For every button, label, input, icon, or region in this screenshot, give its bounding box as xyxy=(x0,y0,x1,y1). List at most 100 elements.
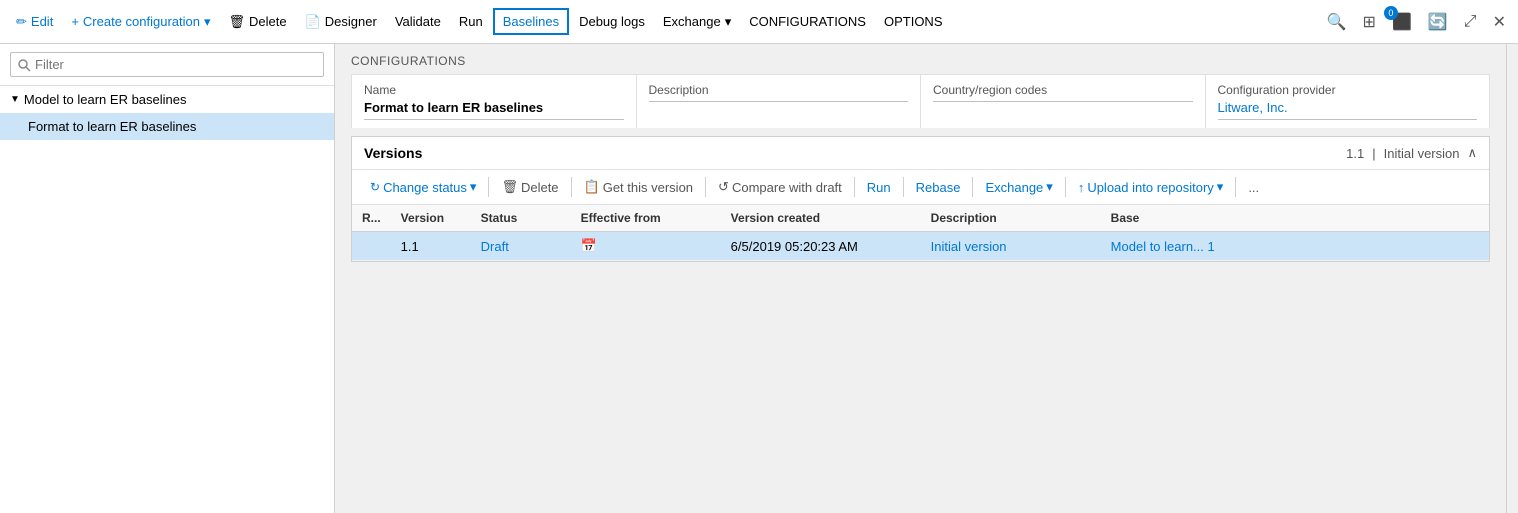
versions-panel: Versions 1.1 | Initial version ∧ ↻ Chang… xyxy=(351,136,1490,262)
toolbar-separator-2 xyxy=(571,177,572,197)
refresh-icon[interactable]: 🔄 xyxy=(1424,8,1452,36)
get-this-version-button[interactable]: 📋 Get this version xyxy=(578,176,700,198)
name-value: Format to learn ER baselines xyxy=(364,100,624,115)
versions-meta: 1.1 | Initial version ∧ xyxy=(1346,145,1477,161)
more-options-button[interactable]: ... xyxy=(1242,177,1265,198)
exchange-chevron-icon-2: ▾ xyxy=(1046,179,1053,195)
config-country-field: Country/region codes xyxy=(921,75,1206,128)
toolbar-separator-5 xyxy=(903,177,904,197)
cell-status: Draft xyxy=(471,232,571,261)
versions-table: R... Version Status Effective from Versi… xyxy=(352,205,1489,261)
tree-parent-item[interactable]: ▼ Model to learn ER baselines xyxy=(0,86,334,113)
compare-icon: ↺ xyxy=(718,179,729,195)
edit-button[interactable]: ✏ Edit xyxy=(8,10,61,34)
config-name-field: Name Format to learn ER baselines xyxy=(352,75,637,128)
toolbar-separator-6 xyxy=(972,177,973,197)
expand-icon[interactable]: ⤢ xyxy=(1460,9,1481,35)
sidebar: ▼ Model to learn ER baselines Format to … xyxy=(0,44,335,513)
table-header: R... Version Status Effective from Versi… xyxy=(352,205,1489,232)
delete-icon: 🗑 xyxy=(229,14,246,30)
configurations-nav-button[interactable]: CONFIGURATIONS xyxy=(741,10,874,33)
versions-toolbar: ↻ Change status ▾ 🗑 Delete 📋 Get this ve… xyxy=(352,170,1489,205)
rebase-button[interactable]: Rebase xyxy=(910,177,967,198)
country-label: Country/region codes xyxy=(933,83,1193,97)
edit-icon: ✏ xyxy=(16,14,27,30)
designer-button[interactable]: 📄 Designer xyxy=(297,10,385,34)
filter-input[interactable] xyxy=(10,52,324,77)
tree-child-label: Format to learn ER baselines xyxy=(28,119,196,134)
col-header-r: R... xyxy=(352,205,391,232)
table-row[interactable]: 1.1 Draft 📅 6/5/2019 05:20:23 AM Initial… xyxy=(352,232,1489,261)
create-configuration-button[interactable]: + Create configuration ▾ xyxy=(63,10,218,34)
change-status-button[interactable]: ↻ Change status ▾ xyxy=(364,176,482,198)
options-button[interactable]: OPTIONS xyxy=(876,10,951,33)
version-label: Initial version xyxy=(1384,146,1460,161)
toolbar-separator-4 xyxy=(854,177,855,197)
cell-description[interactable]: Initial version xyxy=(921,232,1101,261)
main-layout: ▼ Model to learn ER baselines Format to … xyxy=(0,44,1518,513)
col-header-version: Version xyxy=(391,205,471,232)
designer-icon: 📄 xyxy=(305,14,321,30)
toolbar-separator-7 xyxy=(1065,177,1066,197)
change-status-chevron: ▾ xyxy=(470,179,477,195)
toolbar-separator-8 xyxy=(1235,177,1236,197)
provider-label: Configuration provider xyxy=(1218,83,1478,97)
versions-exchange-button[interactable]: Exchange ▾ xyxy=(979,176,1058,198)
provider-value[interactable]: Litware, Inc. xyxy=(1218,100,1478,115)
status-badge: Draft xyxy=(481,239,509,254)
versions-run-button[interactable]: Run xyxy=(861,177,897,198)
close-icon[interactable]: ✕ xyxy=(1489,8,1510,36)
baselines-button[interactable]: Baselines xyxy=(493,8,569,35)
col-header-effective-from: Effective from xyxy=(571,205,721,232)
get-version-icon: 📋 xyxy=(584,179,600,195)
cell-version-created: 6/5/2019 05:20:23 AM xyxy=(721,232,921,261)
run-button[interactable]: Run xyxy=(451,10,491,33)
toolbar-separator-3 xyxy=(705,177,706,197)
config-fields: Name Format to learn ER baselines Descri… xyxy=(351,74,1490,128)
config-description-field: Description xyxy=(637,75,922,128)
notification-badge: 0 xyxy=(1384,6,1398,20)
delete-button[interactable]: 🗑 Delete xyxy=(221,10,295,34)
versions-title: Versions xyxy=(364,145,422,161)
version-separator: | xyxy=(1372,146,1375,161)
col-header-description: Description xyxy=(921,205,1101,232)
col-header-status: Status xyxy=(471,205,571,232)
versions-header: Versions 1.1 | Initial version ∧ xyxy=(352,137,1489,170)
config-section-title: CONFIGURATIONS xyxy=(351,54,1490,68)
plus-icon: + xyxy=(71,14,79,29)
exchange-chevron-icon: ▾ xyxy=(725,14,732,30)
scrollbar[interactable] xyxy=(1506,44,1518,513)
collapse-icon: ▼ xyxy=(10,94,20,105)
versions-delete-icon: 🗑 xyxy=(501,179,518,195)
filter-box xyxy=(0,44,334,86)
refresh-small-icon: ↻ xyxy=(370,180,380,194)
versions-delete-button[interactable]: 🗑 Delete xyxy=(495,176,564,198)
config-header: CONFIGURATIONS Name Format to learn ER b… xyxy=(351,54,1490,136)
validate-button[interactable]: Validate xyxy=(387,10,449,33)
compare-with-draft-button[interactable]: ↺ Compare with draft xyxy=(712,176,848,198)
main-toolbar: ✏ Edit + Create configuration ▾ 🗑 Delete… xyxy=(0,0,1518,44)
description-label: Description xyxy=(649,83,909,97)
upload-icon: ↑ xyxy=(1078,180,1085,195)
debug-logs-button[interactable]: Debug logs xyxy=(571,10,653,33)
cell-r xyxy=(352,232,391,261)
search-icon[interactable]: 🔍 xyxy=(1323,8,1351,36)
grid-icon[interactable]: ⊞ xyxy=(1359,8,1380,36)
name-label: Name xyxy=(364,83,624,97)
cell-version: 1.1 xyxy=(391,232,471,261)
exchange-button[interactable]: Exchange ▾ xyxy=(655,10,739,34)
collapse-versions-icon[interactable]: ∧ xyxy=(1467,145,1477,161)
cell-effective-from: 📅 xyxy=(571,232,721,261)
tree-child-item[interactable]: Format to learn ER baselines xyxy=(0,113,334,140)
cell-base[interactable]: Model to learn... 1 xyxy=(1101,232,1489,261)
tree-parent-label: Model to learn ER baselines xyxy=(24,92,187,107)
upload-repository-button[interactable]: ↑ Upload into repository ▾ xyxy=(1072,176,1230,198)
toolbar-separator-1 xyxy=(488,177,489,197)
calendar-icon[interactable]: 📅 xyxy=(581,238,597,253)
config-provider-field: Configuration provider Litware, Inc. xyxy=(1206,75,1490,128)
upload-chevron-icon: ▾ xyxy=(1217,179,1224,195)
col-header-base: Base xyxy=(1101,205,1489,232)
table-body: 1.1 Draft 📅 6/5/2019 05:20:23 AM Initial… xyxy=(352,232,1489,261)
version-number: 1.1 xyxy=(1346,146,1364,161)
chevron-down-icon: ▾ xyxy=(204,14,211,30)
